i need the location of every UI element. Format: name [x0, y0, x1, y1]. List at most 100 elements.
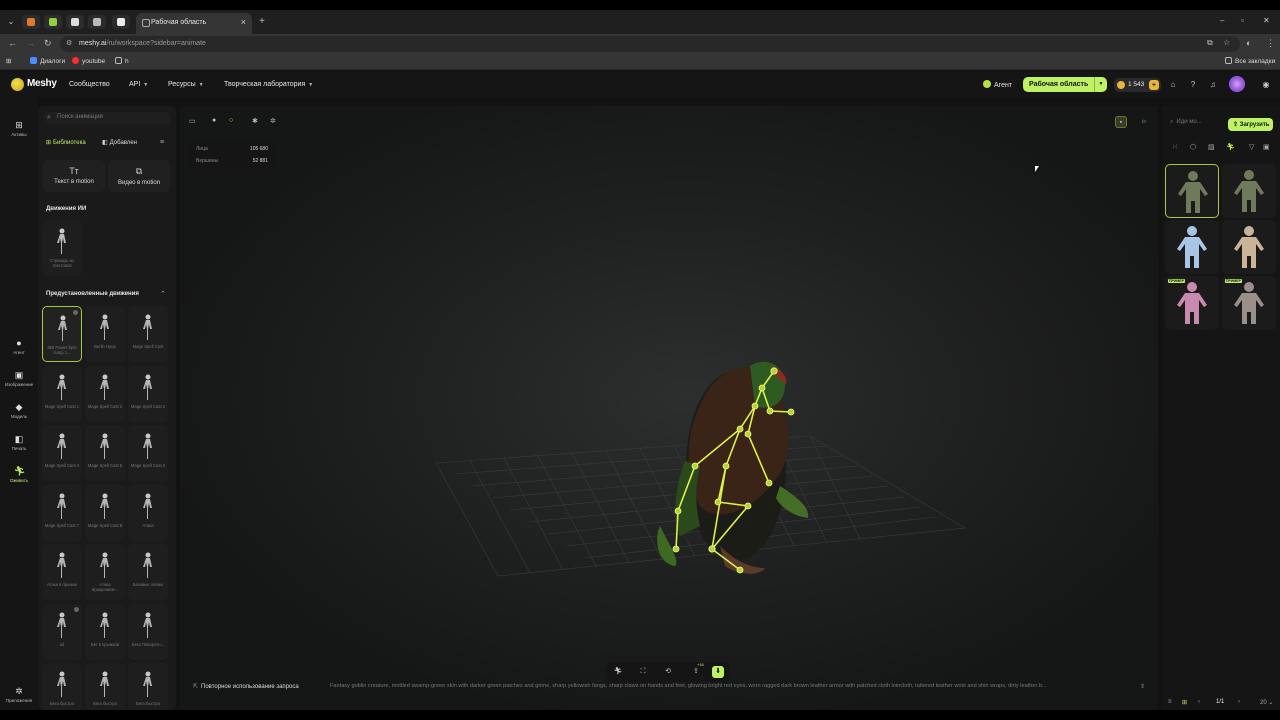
bookmark-folder-h[interactable]: h: [115, 57, 129, 65]
text-to-motion-card[interactable]: Tт Текст в motion: [43, 160, 105, 192]
apps-grid-icon[interactable]: ⊞: [6, 57, 11, 65]
rail-assets[interactable]: ⊞ Активы: [0, 120, 38, 137]
close-tab-icon[interactable]: ×: [241, 17, 246, 27]
avatar[interactable]: [1229, 76, 1245, 92]
tab-library[interactable]: ⊞ Библиотека: [46, 139, 86, 146]
frame-icon[interactable]: ⛶: [637, 666, 649, 678]
nav-api[interactable]: API ▼: [129, 81, 148, 88]
tab-added[interactable]: ◧ Добавлен: [102, 139, 137, 146]
new-tab-icon[interactable]: +: [256, 16, 268, 28]
rail-print[interactable]: ◧ Печать: [0, 434, 38, 451]
logo-text[interactable]: Meshy: [27, 78, 57, 89]
favorite-dot-icon[interactable]: [74, 607, 79, 612]
active-tab[interactable]: Рабочая область ×: [136, 13, 252, 34]
site-info-icon[interactable]: ⚙: [66, 39, 72, 47]
model-card[interactable]: [1222, 220, 1276, 274]
nav-community[interactable]: Сообщество: [69, 81, 110, 88]
sort-icon[interactable]: ⇕: [1140, 683, 1145, 690]
model-card[interactable]: [1165, 164, 1219, 218]
rail-image[interactable]: ▣ Изображение: [0, 370, 38, 387]
preset-motion-item[interactable]: Mage Spell Cast 5: [85, 425, 125, 481]
minimize-icon[interactable]: –: [1220, 16, 1224, 25]
prev-page-icon[interactable]: ‹: [1198, 699, 1200, 705]
pinned-tab-4[interactable]: [88, 15, 106, 29]
filter-all-icon[interactable]: ⁙: [1172, 143, 1178, 151]
preset-motion-item[interactable]: Mage Spell Cast: [128, 306, 168, 362]
animation-icon[interactable]: 🏃︎: [612, 666, 624, 678]
add-credits-icon[interactable]: +: [1149, 80, 1159, 90]
credits-badge[interactable]: 1 543 +: [1114, 78, 1161, 92]
reload-icon[interactable]: ↻: [44, 38, 52, 49]
maximize-icon[interactable]: ▫: [1241, 16, 1244, 25]
preset-motion-item[interactable]: ad: [42, 604, 82, 660]
nav-resources[interactable]: Ресурсы ▼: [168, 81, 204, 88]
preset-motion-item[interactable]: Атака: [128, 485, 168, 541]
preset-motion-item[interactable]: Mage Spell Cast 4: [42, 425, 82, 481]
reuse-prompt-button[interactable]: ⇱ Повторное использование запроса: [193, 683, 299, 690]
preset-motion-item[interactable]: Mage Spell Cast 6: [128, 425, 168, 481]
export-icon[interactable]: ⇪: [690, 666, 702, 678]
url-text[interactable]: meshy.ai/ru/workspace?sidebar=animate: [79, 40, 206, 47]
favorite-dot-icon[interactable]: [73, 310, 78, 315]
model-search-input[interactable]: ⌕ Иди мо...: [1170, 119, 1202, 126]
discord-icon[interactable]: ◉: [1261, 80, 1271, 90]
per-page-select[interactable]: 20 ⌄: [1260, 699, 1273, 706]
filter-icon[interactable]: ▽: [1249, 143, 1254, 151]
forward-icon[interactable]: →: [26, 38, 35, 48]
video-to-motion-card[interactable]: ⧉ Видео в motion: [108, 160, 170, 192]
3d-viewport[interactable]: ▭ ● ○ ✱ ✲ Лица 105 680 Вершины 52 881 ▪ ☼: [180, 106, 1158, 710]
filter-rigged-icon[interactable]: 🏃︎: [1226, 143, 1235, 151]
preset-motion-item[interactable]: Атака вращением...: [85, 544, 125, 600]
bookmark-dialogs[interactable]: Диалоги: [30, 57, 65, 65]
list-menu-icon[interactable]: ≡: [160, 139, 164, 146]
preset-motion-item[interactable]: Mage Spell Cast 7: [42, 485, 82, 541]
bookmark-star-icon[interactable]: ☆: [1223, 38, 1230, 47]
preset-motion-item[interactable]: Базовые литмы: [128, 544, 168, 600]
filter-texture-icon[interactable]: ▨: [1208, 143, 1215, 151]
model-card[interactable]: [1222, 164, 1276, 218]
list-view-icon[interactable]: ≡: [1168, 699, 1172, 705]
pinned-tab-2[interactable]: [44, 15, 62, 29]
view-toggle-icon[interactable]: ▣: [1263, 143, 1270, 151]
grid-view-icon[interactable]: ⊞: [1182, 699, 1187, 706]
preset-motion-item[interactable]: Бег в прыжков: [85, 604, 125, 660]
bookmark-youtube[interactable]: youtube: [72, 57, 105, 65]
nav-creative-lab[interactable]: Творческая лаборатория ▼: [224, 81, 313, 88]
profile-icon[interactable]: ◐: [1246, 38, 1251, 48]
help-icon[interactable]: ?: [1188, 80, 1198, 90]
retarget-icon[interactable]: ⟲: [662, 666, 674, 678]
preset-motion-item[interactable]: Berlin Hyup: [85, 306, 125, 362]
tab-search-icon[interactable]: ⌄: [4, 16, 18, 28]
animation-search-input[interactable]: ⌕ Поиск анимации: [44, 112, 170, 124]
rail-apps[interactable]: ✲ Приложения: [0, 686, 38, 703]
preset-motion-item[interactable]: Бега быстро: [85, 663, 125, 710]
address-bar[interactable]: ⚙ meshy.ai/ru/workspace?sidebar=animate …: [60, 36, 1240, 52]
rail-animate[interactable]: 🏃︎ Оживить: [0, 466, 38, 483]
pinned-tab-3[interactable]: [66, 15, 84, 29]
next-page-icon[interactable]: ›: [1238, 699, 1240, 705]
model-card[interactable]: ПРИМЕР: [1165, 276, 1219, 330]
workspace-button[interactable]: Рабочая область ▼: [1023, 77, 1107, 92]
preset-motion-item[interactable]: 360 Power Spin Jump 1...: [42, 306, 82, 362]
preset-motion-item[interactable]: Mage Spell Cast 3: [128, 366, 168, 422]
preset-motion-item[interactable]: Бега быстро: [42, 663, 82, 710]
agent-button[interactable]: Агент: [983, 80, 1012, 89]
chevron-down-icon[interactable]: ▼: [1094, 77, 1107, 92]
rail-agent[interactable]: ● Агент: [0, 338, 38, 355]
menu-icon[interactable]: ⋮: [1266, 38, 1275, 49]
model-card[interactable]: ПРИМЕР: [1222, 276, 1276, 330]
gift-icon[interactable]: ⌂: [1168, 80, 1178, 90]
ai-motion-item[interactable]: Стриндзь из текстовов: [42, 220, 82, 276]
all-bookmarks[interactable]: Все закладки: [1225, 57, 1275, 65]
preset-motion-item[interactable]: Бега Поворотн...: [128, 604, 168, 660]
pinned-tab-1[interactable]: [22, 15, 40, 29]
upload-button[interactable]: ⇪ Загрузить: [1228, 118, 1273, 131]
download-icon[interactable]: ⬇: [712, 666, 724, 678]
back-icon[interactable]: ←: [8, 38, 17, 48]
rail-model[interactable]: ◆ Модель: [0, 402, 38, 419]
close-window-icon[interactable]: ✕: [1263, 16, 1270, 25]
preset-motion-item[interactable]: Mage Spell Cast 8: [85, 485, 125, 541]
filter-model-icon[interactable]: ⬡: [1190, 143, 1196, 151]
bell-icon[interactable]: ♫: [1208, 80, 1218, 90]
preset-motion-item[interactable]: Бега быстро: [128, 663, 168, 710]
